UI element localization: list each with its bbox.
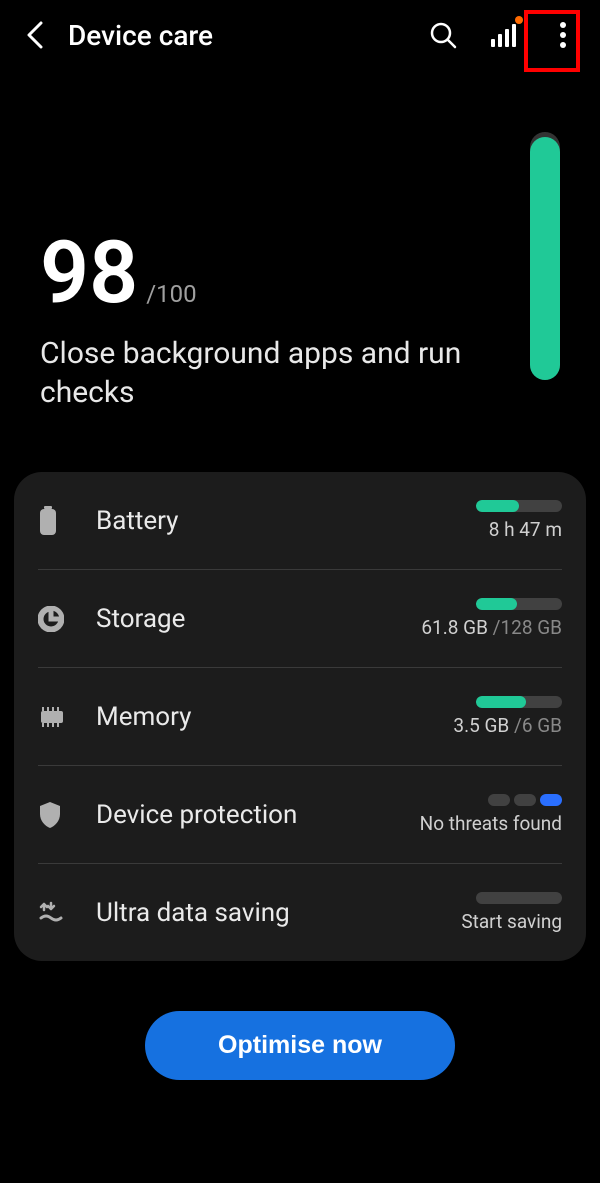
score-message: Close background apps and run checks — [40, 334, 470, 412]
uds-sub: Start saving — [461, 910, 562, 933]
storage-icon — [38, 606, 64, 632]
battery-row[interactable]: Battery 8 h 47 m — [38, 472, 562, 570]
memory-row[interactable]: Memory 3.5 GB /6 GB — [38, 668, 562, 766]
uds-label: Ultra data saving — [82, 898, 461, 928]
score-display: 98 /100 — [40, 230, 530, 316]
signal-bars-icon — [489, 21, 517, 49]
signal-button[interactable] — [486, 18, 520, 52]
score-max: /100 — [146, 280, 196, 308]
protection-dots — [488, 794, 562, 806]
storage-row[interactable]: Storage 61.8 GB /128 GB — [38, 570, 562, 668]
memory-sub: 3.5 GB /6 GB — [453, 714, 562, 737]
page-title: Device care — [68, 19, 408, 52]
categories-card: Battery 8 h 47 m Storage 61.8 GB /128 GB — [14, 472, 586, 961]
memory-label: Memory — [82, 702, 453, 732]
search-button[interactable] — [426, 18, 460, 52]
uds-bar — [476, 892, 562, 904]
back-button[interactable] — [20, 20, 50, 50]
search-icon — [429, 21, 457, 49]
more-options-button[interactable] — [546, 18, 580, 52]
storage-label: Storage — [82, 604, 421, 634]
battery-sub: 8 h 47 m — [489, 518, 562, 541]
protection-sub: No threats found — [420, 812, 562, 835]
score-bar — [530, 132, 560, 380]
score-value: 98 — [40, 230, 138, 316]
protection-label: Device protection — [82, 800, 420, 830]
notification-dot-icon — [515, 16, 523, 24]
shield-icon — [38, 801, 62, 829]
battery-label: Battery — [82, 506, 476, 536]
score-bar-fill — [530, 137, 560, 380]
optimise-button[interactable]: Optimise now — [145, 1011, 455, 1080]
battery-icon — [38, 506, 58, 536]
memory-icon — [38, 706, 66, 728]
uds-row[interactable]: Ultra data saving Start saving — [38, 864, 562, 961]
chevron-left-icon — [26, 21, 44, 49]
memory-bar — [476, 696, 562, 708]
score-section: 98 /100 Close background apps and run ch… — [0, 70, 600, 472]
data-saving-icon — [38, 900, 64, 926]
protection-row[interactable]: Device protection No threats found — [38, 766, 562, 864]
storage-sub: 61.8 GB /128 GB — [421, 616, 562, 639]
more-vertical-icon — [559, 21, 567, 49]
storage-bar — [476, 598, 562, 610]
battery-bar — [476, 500, 562, 512]
